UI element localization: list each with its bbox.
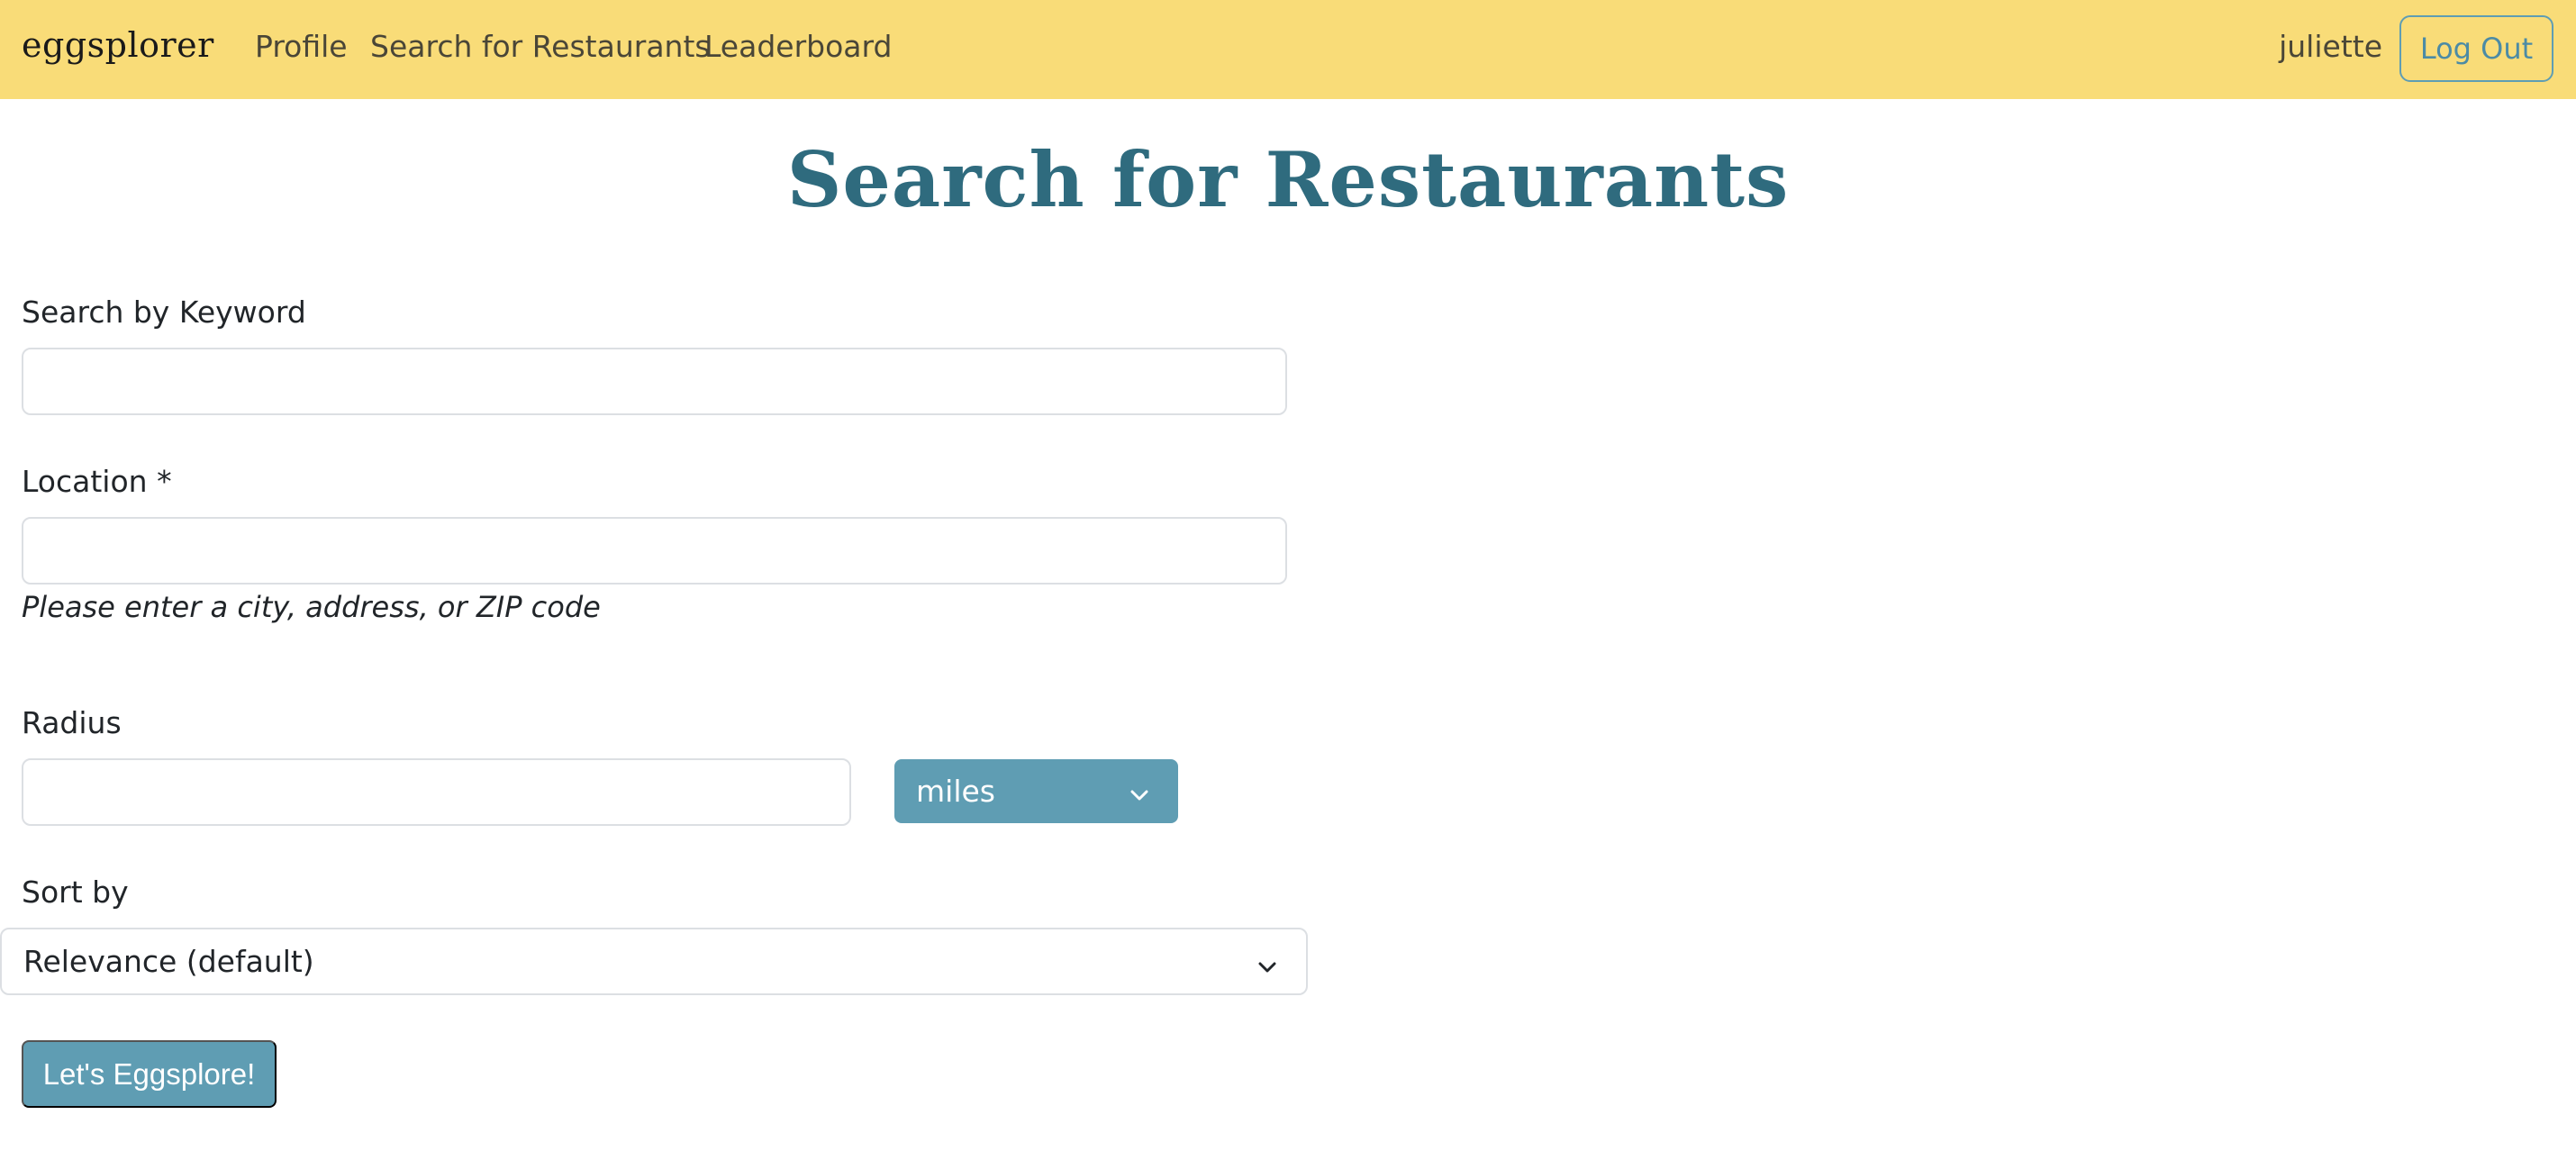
location-help-text: Please enter a city, address, or ZIP cod… — [22, 590, 601, 624]
keyword-label: Search by Keyword — [22, 295, 306, 330]
sort-value: Relevance (default) — [23, 944, 314, 979]
submit-button[interactable]: Let's Eggsplore! — [22, 1040, 277, 1108]
navbar: eggsplorer Profile Search for Restaurant… — [0, 0, 2576, 99]
radius-input[interactable] — [22, 758, 851, 826]
radius-label: Radius — [22, 705, 122, 740]
location-input[interactable] — [22, 517, 1287, 585]
chevron-down-icon — [1256, 951, 1279, 986]
page-title: Search for Restaurants — [786, 135, 1790, 224]
radius-unit-select[interactable]: miles — [894, 759, 1178, 823]
sort-label: Sort by — [22, 875, 129, 910]
radius-unit-value: miles — [916, 774, 995, 809]
location-label: Location * — [22, 464, 172, 499]
brand-logo[interactable]: eggsplorer — [22, 25, 214, 65]
logout-button[interactable]: Log Out — [2399, 15, 2553, 82]
username: juliette — [2279, 29, 2382, 64]
keyword-input[interactable] — [22, 348, 1287, 415]
nav-link-profile[interactable]: Profile — [255, 29, 348, 64]
chevron-down-icon — [1128, 779, 1151, 814]
nav-link-search[interactable]: Search for Restaurants — [370, 29, 711, 64]
sort-select[interactable]: Relevance (default) — [0, 928, 1308, 995]
nav-link-leaderboard[interactable]: Leaderboard — [704, 29, 892, 64]
